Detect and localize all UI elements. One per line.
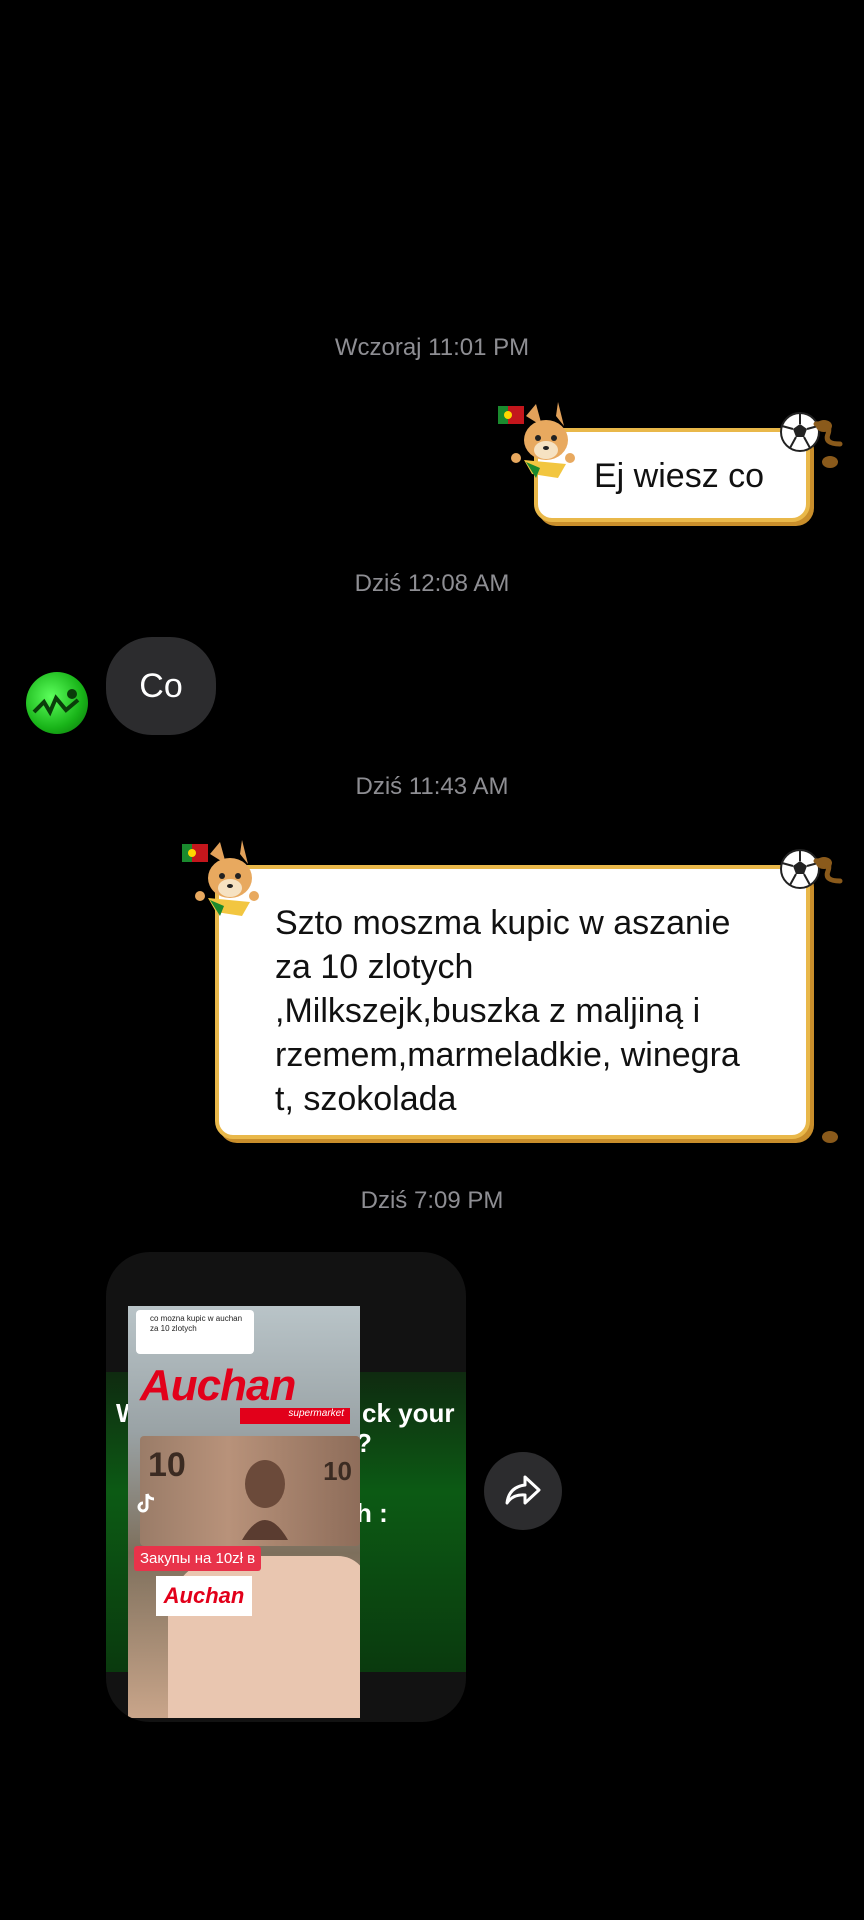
auchan-logo-small: Auchan <box>156 1576 252 1616</box>
brand-sub: supermarket <box>240 1408 350 1424</box>
timestamp: Dziś 12:08 AM <box>354 570 510 597</box>
video-bg-text: ck your <box>362 1398 455 1428</box>
share-arrow-icon <box>505 1475 541 1505</box>
video-thumbnail[interactable]: co mozna kupic w auchan za 10 zlotych Au… <box>128 1306 360 1718</box>
message-line: za 10 zlotych <box>275 948 474 986</box>
green-avatar-icon <box>32 689 80 717</box>
message-line: t, szokolada <box>275 1080 457 1118</box>
caption-text: co mozna kupic w auchan za 10 zlotych <box>150 1314 243 1333</box>
video-bg-text: h : <box>356 1498 388 1528</box>
message-text-block: Szto moszma kupic w aszanie za 10 zlotyc… <box>275 901 740 1121</box>
message-line: rzemem,marmeladkie, winegra <box>275 1036 740 1074</box>
note-value: 10 <box>323 1456 352 1486</box>
timestamp: Dziś 7:09 PM <box>360 1187 504 1214</box>
dog-tail-icon <box>813 857 843 1143</box>
timestamp: Dziś 11:43 AM <box>355 773 509 800</box>
caption-card: co mozna kupic w auchan za 10 zlotych <box>136 1310 254 1354</box>
auchan-logo: Auchan supermarket <box>140 1361 350 1424</box>
dog-sticker-icon <box>498 402 575 478</box>
sent-message-bubble[interactable]: Szto moszma kupic w aszanie za 10 zlotyc… <box>215 865 810 1139</box>
brand-name: Auchan <box>140 1361 296 1410</box>
portrait-icon <box>242 1460 288 1540</box>
message-text: Co <box>139 666 183 705</box>
avatar[interactable] <box>26 672 88 734</box>
received-message-bubble[interactable]: Co <box>106 637 216 735</box>
share-button[interactable] <box>484 1452 562 1530</box>
dog-sticker-icon <box>182 840 259 916</box>
overlay-label: Закупы на 10zł в <box>134 1546 262 1571</box>
timestamp: Wczoraj 11:01 PM <box>334 334 530 361</box>
tiktok-icon <box>137 1493 155 1513</box>
message-line: ,Milkszejk,buszka z maljiną i <box>275 992 701 1030</box>
message-text: Ej wiesz co <box>594 457 765 495</box>
note-value: 10 <box>148 1446 186 1484</box>
dog-tail-icon <box>813 420 843 468</box>
shared-video-card[interactable]: W ck your ? h : co mozna kupic w auchan … <box>106 1252 466 1722</box>
message-line: Szto moszma kupic w aszanie <box>275 904 731 942</box>
brand-name: Auchan <box>163 1583 245 1608</box>
banknote: 10 10 <box>140 1436 360 1546</box>
